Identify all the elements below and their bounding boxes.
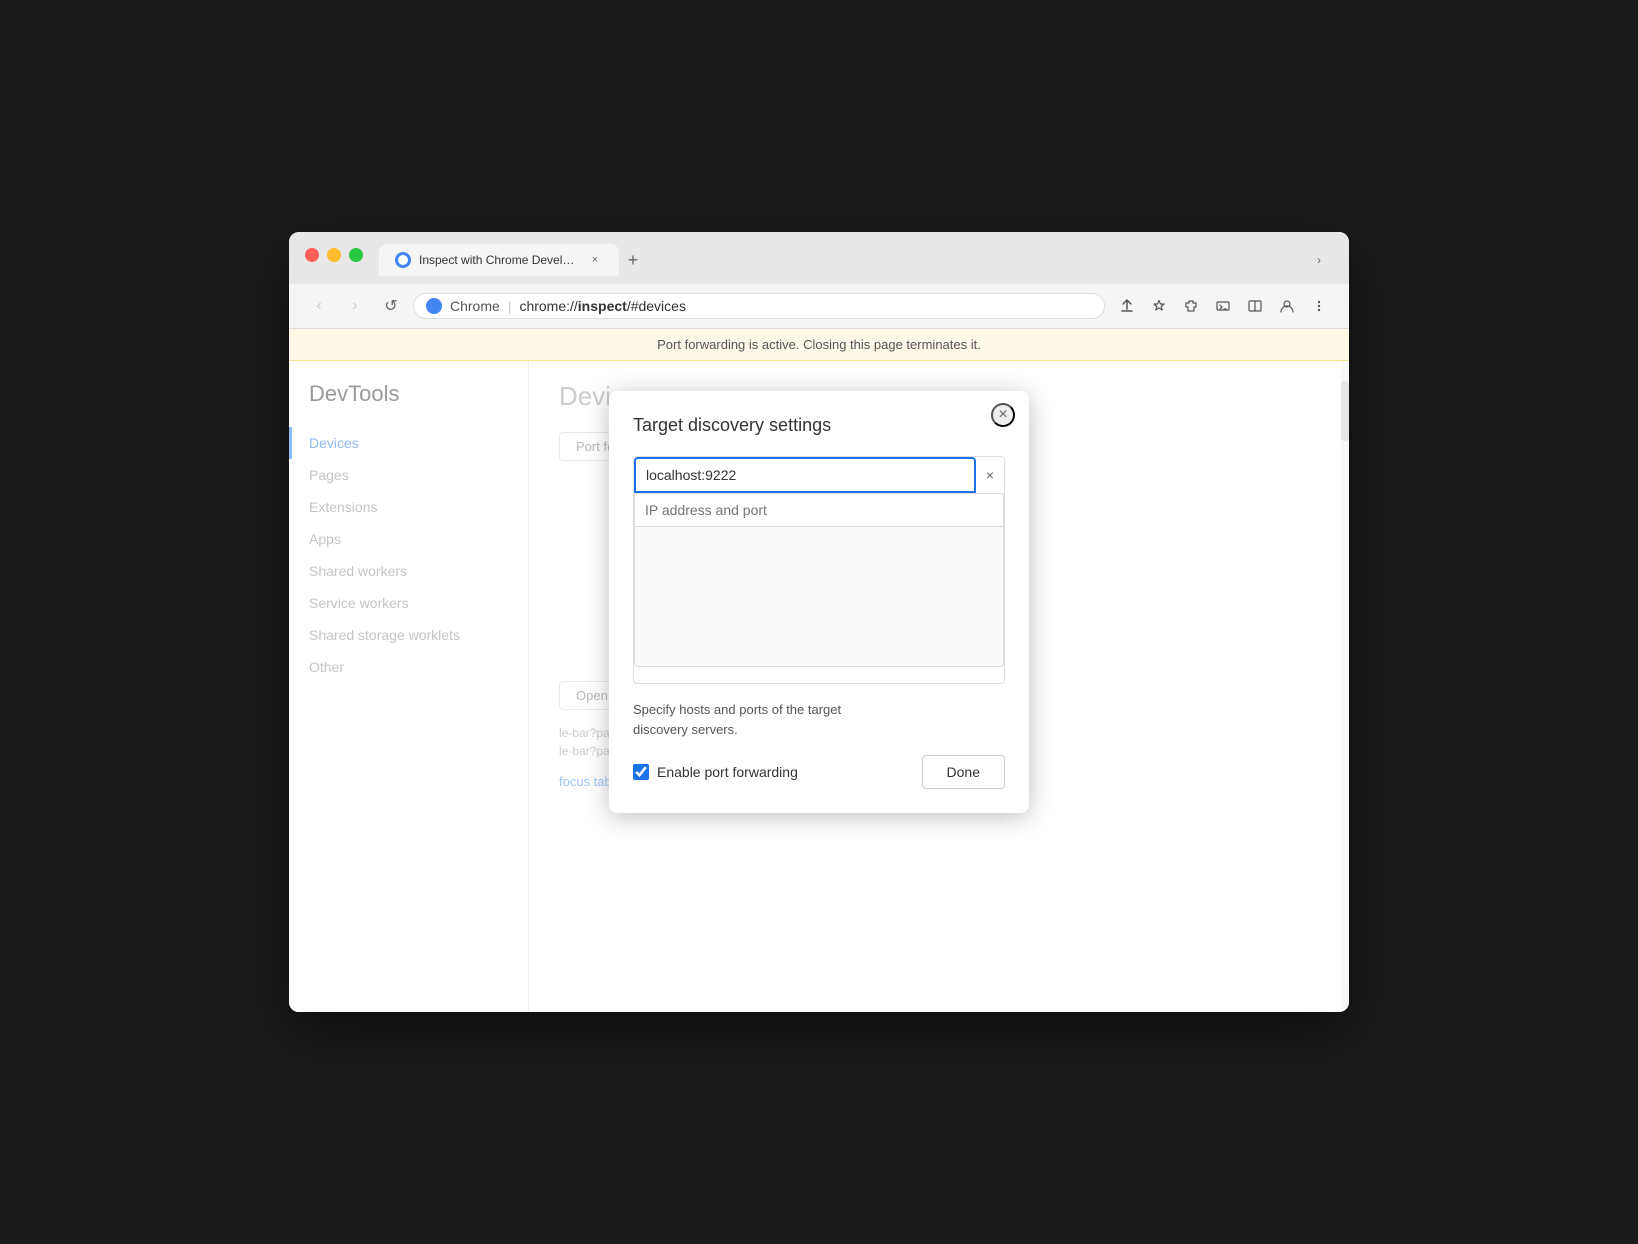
bookmark-icon[interactable] xyxy=(1145,292,1173,320)
tab-close-button[interactable]: × xyxy=(587,252,603,268)
target-discovery-dialog: × Target discovery settings × Specify ho… xyxy=(609,391,1029,813)
tab-title: Inspect with Chrome Develope xyxy=(419,253,579,267)
new-tab-button[interactable]: + xyxy=(619,246,647,274)
address-favicon xyxy=(426,298,442,314)
modal-first-input-row: × xyxy=(634,457,1004,494)
close-window-button[interactable] xyxy=(305,248,319,262)
forward-button[interactable]: › xyxy=(341,292,369,320)
port-forwarding-checkbox[interactable] xyxy=(633,764,649,780)
extensions-icon[interactable] xyxy=(1177,292,1205,320)
address-prefix: chrome:// xyxy=(519,298,577,314)
tab-favicon xyxy=(395,252,411,268)
tabs-row: Inspect with Chrome Develope × + › xyxy=(379,244,1333,276)
share-icon[interactable] xyxy=(1113,292,1141,320)
profile-icon[interactable] xyxy=(1273,292,1301,320)
browser-window: Inspect with Chrome Develope × + › ‹ › ↺… xyxy=(289,232,1349,1012)
title-bar: Inspect with Chrome Develope × + › xyxy=(289,232,1349,284)
modal-overlay: × Target discovery settings × Specify ho… xyxy=(289,361,1349,1012)
toolbar-icons xyxy=(1113,292,1333,320)
address-divider: | xyxy=(508,298,512,314)
modal-description: Specify hosts and ports of the target di… xyxy=(633,700,1005,739)
modal-hosts-list xyxy=(634,527,1004,667)
port-forwarding-label: Enable port forwarding xyxy=(657,764,798,780)
notification-bar: Port forwarding is active. Closing this … xyxy=(289,329,1349,361)
address-site: Chrome xyxy=(450,298,500,314)
menu-icon[interactable] xyxy=(1305,292,1333,320)
new-host-port-input[interactable] xyxy=(634,494,1004,527)
splitscreen-icon[interactable] xyxy=(1241,292,1269,320)
address-bold: inspect xyxy=(578,298,627,314)
host-port-input[interactable] xyxy=(634,457,976,493)
address-input[interactable]: Chrome | chrome://inspect/#devices xyxy=(413,293,1105,319)
input-clear-button[interactable]: × xyxy=(976,461,1004,489)
devtools-icon[interactable] xyxy=(1209,292,1237,320)
modal-input-group: × xyxy=(633,456,1005,684)
traffic-lights xyxy=(305,248,363,262)
browser-tab[interactable]: Inspect with Chrome Develope × xyxy=(379,244,619,276)
tab-overflow-button[interactable]: › xyxy=(1305,246,1333,274)
notification-text: Port forwarding is active. Closing this … xyxy=(657,337,981,352)
modal-footer: Enable port forwarding Done xyxy=(633,755,1005,789)
address-bar: ‹ › ↺ Chrome | chrome://inspect/#devices xyxy=(289,284,1349,329)
maximize-window-button[interactable] xyxy=(349,248,363,262)
back-button[interactable]: ‹ xyxy=(305,292,333,320)
address-url: chrome://inspect/#devices xyxy=(519,298,1092,314)
modal-title: Target discovery settings xyxy=(633,415,1005,436)
done-button[interactable]: Done xyxy=(922,755,1005,789)
address-suffix: /#devices xyxy=(627,298,686,314)
port-forwarding-checkbox-label[interactable]: Enable port forwarding xyxy=(633,764,798,780)
browser-content: DevTools Devices Pages Extensions Apps S… xyxy=(289,361,1349,1012)
refresh-button[interactable]: ↺ xyxy=(377,292,405,320)
modal-close-button[interactable]: × xyxy=(991,403,1015,427)
minimize-window-button[interactable] xyxy=(327,248,341,262)
